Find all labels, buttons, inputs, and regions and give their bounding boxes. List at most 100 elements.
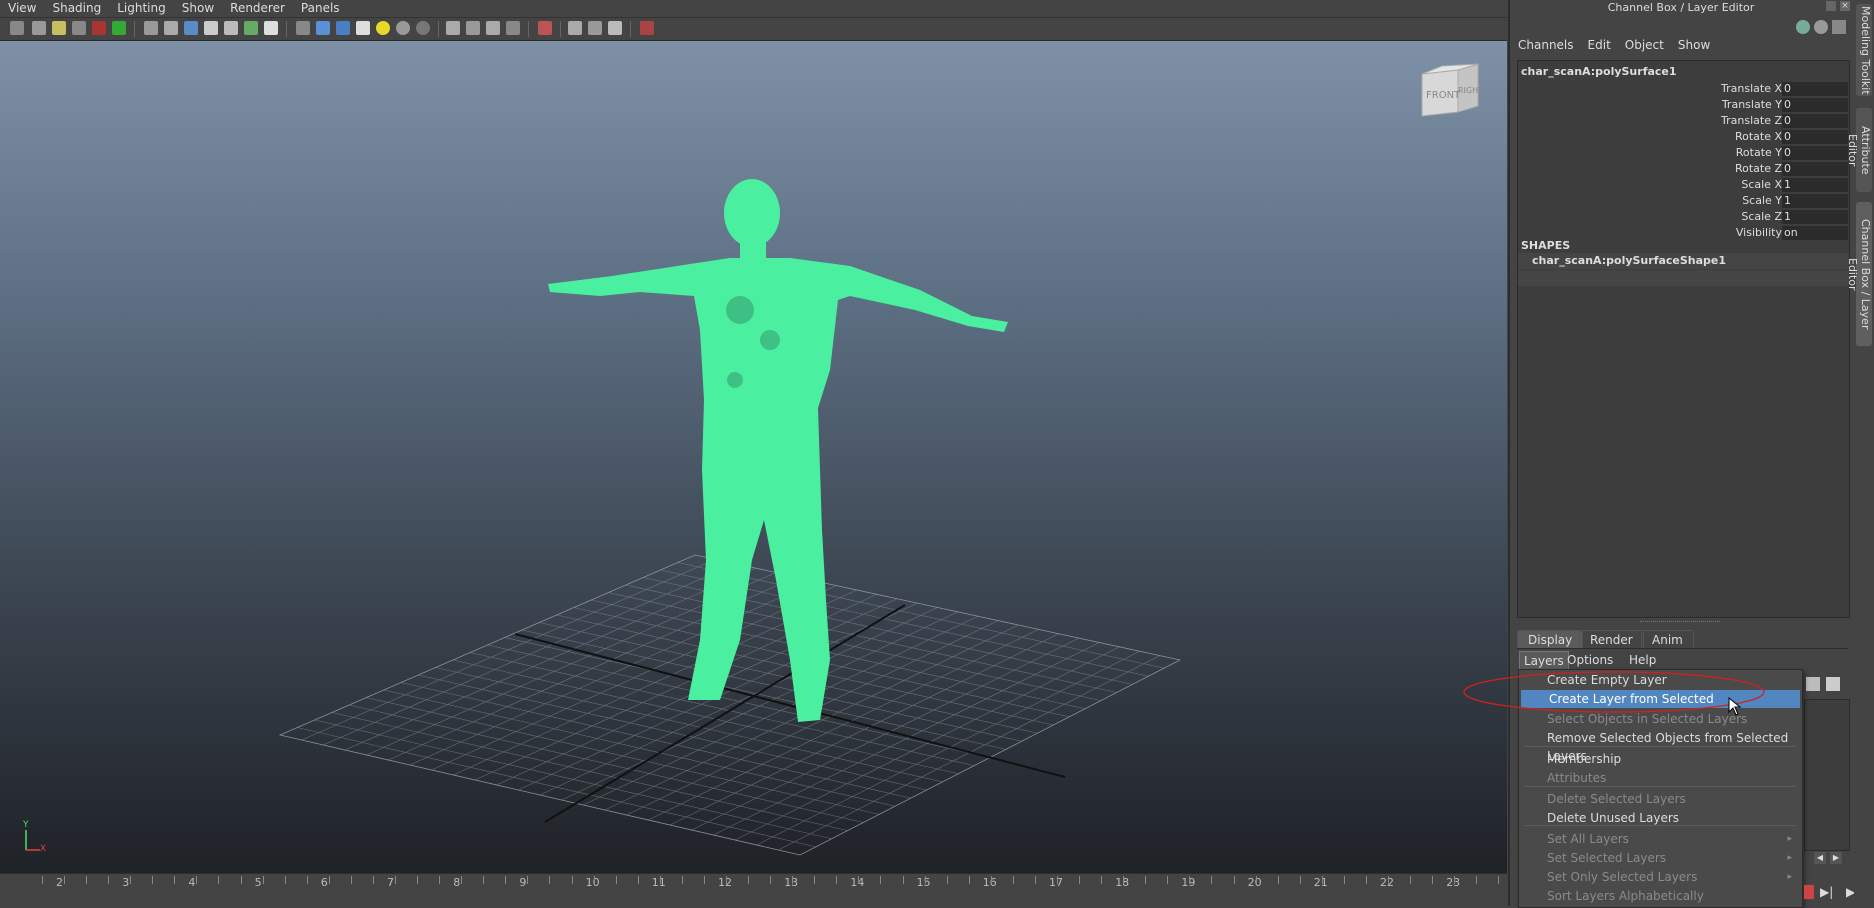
layer-list[interactable] [1804,699,1850,851]
tab-attribute-editor[interactable]: Attribute Editor [1846,108,1872,192]
attribute-value-field[interactable]: 1 [1782,178,1848,192]
image-plane-icon[interactable] [72,21,86,35]
shadows-icon[interactable] [396,21,410,35]
menu-object[interactable]: Object [1625,38,1664,52]
layout-icon[interactable] [588,21,602,35]
select-camera-icon[interactable] [10,21,24,35]
xray-components-icon[interactable] [506,21,520,35]
timeline-tick [659,876,661,884]
menu-panels[interactable]: Panels [301,0,348,16]
tab-channel-box-layer-editor[interactable]: Channel Box / Layer Editor [1846,202,1872,346]
isolate-select-icon[interactable] [446,21,460,35]
menu-lighting[interactable]: Lighting [117,0,174,16]
menu-help[interactable]: Help [1629,651,1656,669]
use-lights-icon[interactable] [376,21,390,35]
wireframe-on-shaded-icon[interactable] [336,21,350,35]
pane-splitter[interactable] [1640,621,1720,625]
attribute-value-field[interactable]: 0 [1782,130,1848,144]
object-name[interactable]: char_scanA:polySurface1 [1521,65,1677,78]
tool-settings-icon[interactable] [1832,20,1846,34]
frame-label: 9 [519,876,527,889]
xray-icon[interactable] [466,21,480,35]
gate-mask-icon[interactable] [204,21,218,35]
playback-range-marker[interactable] [1804,885,1814,899]
shape-row[interactable]: char_scanA:polySurfaceShape1 [1518,253,1849,269]
scroll-left-icon[interactable]: ◀ [1814,852,1826,864]
timeline-tick [64,876,65,884]
menu-channels[interactable]: Channels [1518,38,1574,52]
2d-pan-zoom-icon[interactable] [92,21,106,35]
channel-box-icon[interactable] [1796,20,1810,34]
view-cube[interactable]: FRONT RIGHT [1418,62,1483,124]
frame-label: 23 [1446,876,1461,889]
3d-viewport[interactable]: View Shading Lighting Show Renderer Panels [0,0,1507,873]
wireframe-icon[interactable] [296,21,310,35]
textured-icon[interactable] [356,21,370,35]
axis-indicator: Y X [16,820,46,856]
menu-view[interactable]: View [8,0,44,16]
resolution-gate-icon[interactable] [184,21,198,35]
menu-item-remove-selected-objects-from-selected-layers[interactable]: Remove Selected Objects from Selected La… [1519,729,1802,763]
timeline-tick [461,876,463,884]
tab-render[interactable]: Render [1579,630,1644,649]
attribute-value-field[interactable]: 0 [1782,146,1848,160]
time-slider[interactable]: 23456789101112131415161718192021222324 [0,873,1544,907]
attribute-value-field[interactable]: 1 [1782,194,1848,208]
attribute-row[interactable]: Scale Y1 [1518,193,1849,209]
field-chart-icon[interactable] [224,21,238,35]
menu-item-delete-unused-layers[interactable]: Delete Unused Layers [1519,809,1802,827]
attribute-row[interactable]: Translate Y0 [1518,97,1849,113]
step-forward-icon[interactable]: ▶| [1820,885,1833,899]
tab-modeling-toolkit[interactable]: Modeling Toolkit [1856,4,1872,96]
safe-title-icon[interactable] [264,21,278,35]
attribute-value-field[interactable]: 0 [1782,82,1848,96]
smooth-shade-icon[interactable] [316,21,330,35]
menu-item-delete-selected-layers: Delete Selected Layers [1519,790,1802,808]
attribute-row[interactable]: Translate X0 [1518,81,1849,97]
menu-show[interactable]: Show [182,0,222,16]
film-gate-icon[interactable] [164,21,178,35]
attribute-value-field[interactable]: 0 [1782,114,1848,128]
safe-action-icon[interactable] [244,21,258,35]
menu-item-membership[interactable]: Membership [1519,750,1802,768]
select-highlight-icon[interactable] [538,21,552,35]
attribute-value-field[interactable]: 0 [1782,98,1848,112]
new-empty-layer-icon[interactable] [1806,677,1820,691]
hud-icon[interactable] [568,21,582,35]
grease-pencil-icon[interactable] [112,21,126,35]
menu-shading[interactable]: Shading [52,0,109,16]
menu-show[interactable]: Show [1678,38,1710,52]
attribute-value-field[interactable]: 1 [1782,210,1848,224]
menu-renderer[interactable]: Renderer [230,0,293,16]
attribute-row[interactable]: Rotate Y0 [1518,145,1849,161]
grid-toggle-icon[interactable] [144,21,158,35]
layer-editor-icon[interactable] [1814,20,1828,34]
attribute-row[interactable]: Rotate X0 [1518,129,1849,145]
attribute-value-field[interactable]: 0 [1782,162,1848,176]
close-icon[interactable]: × [1840,1,1850,11]
attribute-row[interactable]: Translate Z0 [1518,113,1849,129]
attribute-label: Translate X [1721,82,1782,95]
new-layer-from-selected-icon[interactable] [1826,677,1840,691]
xray-joints-icon[interactable] [486,21,500,35]
attribute-label: Translate Y [1721,98,1782,111]
pivot-icon[interactable] [640,21,654,35]
frame-label: 3 [122,876,130,889]
ambient-occlusion-icon[interactable] [416,21,430,35]
camera-attributes-icon[interactable] [32,21,46,35]
tab-anim[interactable]: Anim [1641,630,1694,649]
menu-edit[interactable]: Edit [1588,38,1611,52]
attribute-row[interactable]: Scale Z1 [1518,209,1849,225]
network-icon[interactable] [608,21,622,35]
float-panel-icon[interactable] [1826,1,1836,11]
viewport-menubar: View Shading Lighting Show Renderer Panels [0,0,1507,18]
attribute-value-field[interactable]: on [1782,226,1848,240]
menu-item-set-selected-layers: Set Selected Layers ▸ [1519,849,1802,867]
attribute-row[interactable]: Rotate Z0 [1518,161,1849,177]
tab-display[interactable]: Display [1517,630,1584,649]
scroll-right-icon[interactable]: ▶ [1830,852,1842,864]
shapes-header: SHAPES [1521,239,1571,252]
menu-options[interactable]: Options [1567,651,1613,669]
bookmark-icon[interactable] [52,21,66,35]
attribute-row[interactable]: Scale X1 [1518,177,1849,193]
